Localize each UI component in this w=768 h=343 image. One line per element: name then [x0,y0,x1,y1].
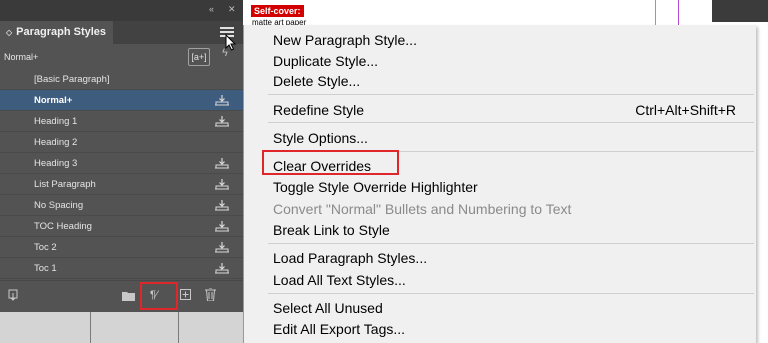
tab-paragraph-styles[interactable]: ◇ Paragraph Styles [0,21,113,44]
style-name: List Paragraph [34,179,96,190]
close-icon[interactable]: ✕ [228,4,235,15]
menu-item-select-all-unused[interactable]: Select All Unused [273,300,383,316]
style-name: Heading 3 [34,158,78,169]
redefine-style-shortcut: Ctrl+Alt+Shift+R [635,102,736,118]
cc-library-sync-icon [214,221,230,232]
style-name: Normal+ [34,95,73,106]
menu-item-toggle-override-highlighter[interactable]: Toggle Style Override Highlighter [273,179,478,195]
menu-item-redefine-style[interactable]: Redefine Style [273,102,364,118]
style-name: No Spacing [34,200,84,211]
menu-item-load-all-text-styles[interactable]: Load All Text Styles... [273,272,406,288]
style-row[interactable]: Normal+ [0,90,243,111]
style-name: [Basic Paragraph] [34,74,110,85]
menu-separator [268,94,754,95]
panel-flyout-menu: New Paragraph Style... Duplicate Style..… [243,25,756,343]
cc-library-sync-icon [214,116,230,127]
style-name: Heading 2 [34,137,78,148]
style-name: Toc 1 [34,263,57,274]
style-row[interactable]: Toc 2 [0,237,243,258]
style-row[interactable]: Heading 1 [0,111,243,132]
style-name: TOC Heading [34,221,92,232]
style-name: Toc 2 [34,242,57,253]
chevron-updown-icon: ◇ [6,28,13,37]
tab-label: Paragraph Styles [16,26,107,38]
create-style-group-button[interactable]: [a+] [188,48,210,66]
folder-icon[interactable] [122,290,135,304]
menu-item-duplicate-style[interactable]: Duplicate Style... [273,53,378,69]
menu-item-convert-bullets: Convert "Normal" Bullets and Numbering t… [273,201,572,217]
column-guide [678,0,679,25]
style-row[interactable]: TOC Heading [0,216,243,237]
cc-library-sync-icon [214,158,230,169]
menu-item-new-paragraph-style[interactable]: New Paragraph Style... [273,32,417,48]
current-style-label: Normal+ [4,52,39,62]
cc-library-sync-icon [214,95,230,106]
menu-item-style-options[interactable]: Style Options... [273,130,368,146]
panel-title-bar[interactable]: « ✕ [0,0,243,21]
style-list: [Basic Paragraph] Normal+ Heading 1 Heading… [0,69,243,279]
menu-item-break-link[interactable]: Break Link to Style [273,222,390,238]
collapse-icon[interactable]: « [209,4,214,14]
clear-overrides-highlight [262,150,399,175]
cc-library-sync-icon [214,200,230,211]
menu-separator [268,243,754,244]
menu-item-edit-export-tags[interactable]: Edit All Export Tags... [273,321,405,337]
style-name: Heading 1 [34,116,78,127]
paragraph-styles-panel: « ✕ ◇ Paragraph Styles Normal+ [a+] ϟ [Ba… [0,0,243,313]
panel-footer: ¶⁄ [0,280,243,313]
menu-item-delete-style[interactable]: Delete Style... [273,73,360,89]
cc-library-sync-icon [214,179,230,190]
menu-separator [268,293,754,294]
trash-icon[interactable] [205,287,216,304]
menu-separator [268,122,754,123]
pasteboard [0,312,243,343]
ruler-tick [90,312,91,343]
style-row[interactable]: Toc 1 [0,258,243,279]
ruler-tick [178,312,179,343]
menu-item-load-paragraph-styles[interactable]: Load Paragraph Styles... [273,250,427,266]
style-row[interactable]: Heading 2 [0,132,243,153]
style-row[interactable]: Heading 3 [0,153,243,174]
mouse-cursor-icon [225,33,237,57]
style-row[interactable]: No Spacing [0,195,243,216]
document-label-highlighted: Self-cover: [251,5,304,17]
pasteboard-edge [712,0,768,22]
load-styles-icon[interactable] [8,289,20,304]
clear-overrides-button-highlight [140,282,178,310]
cc-library-sync-icon [214,242,230,253]
new-style-icon[interactable] [180,289,191,303]
style-row[interactable]: [Basic Paragraph] [0,69,243,90]
style-row[interactable]: List Paragraph [0,174,243,195]
cc-library-sync-icon [214,263,230,274]
